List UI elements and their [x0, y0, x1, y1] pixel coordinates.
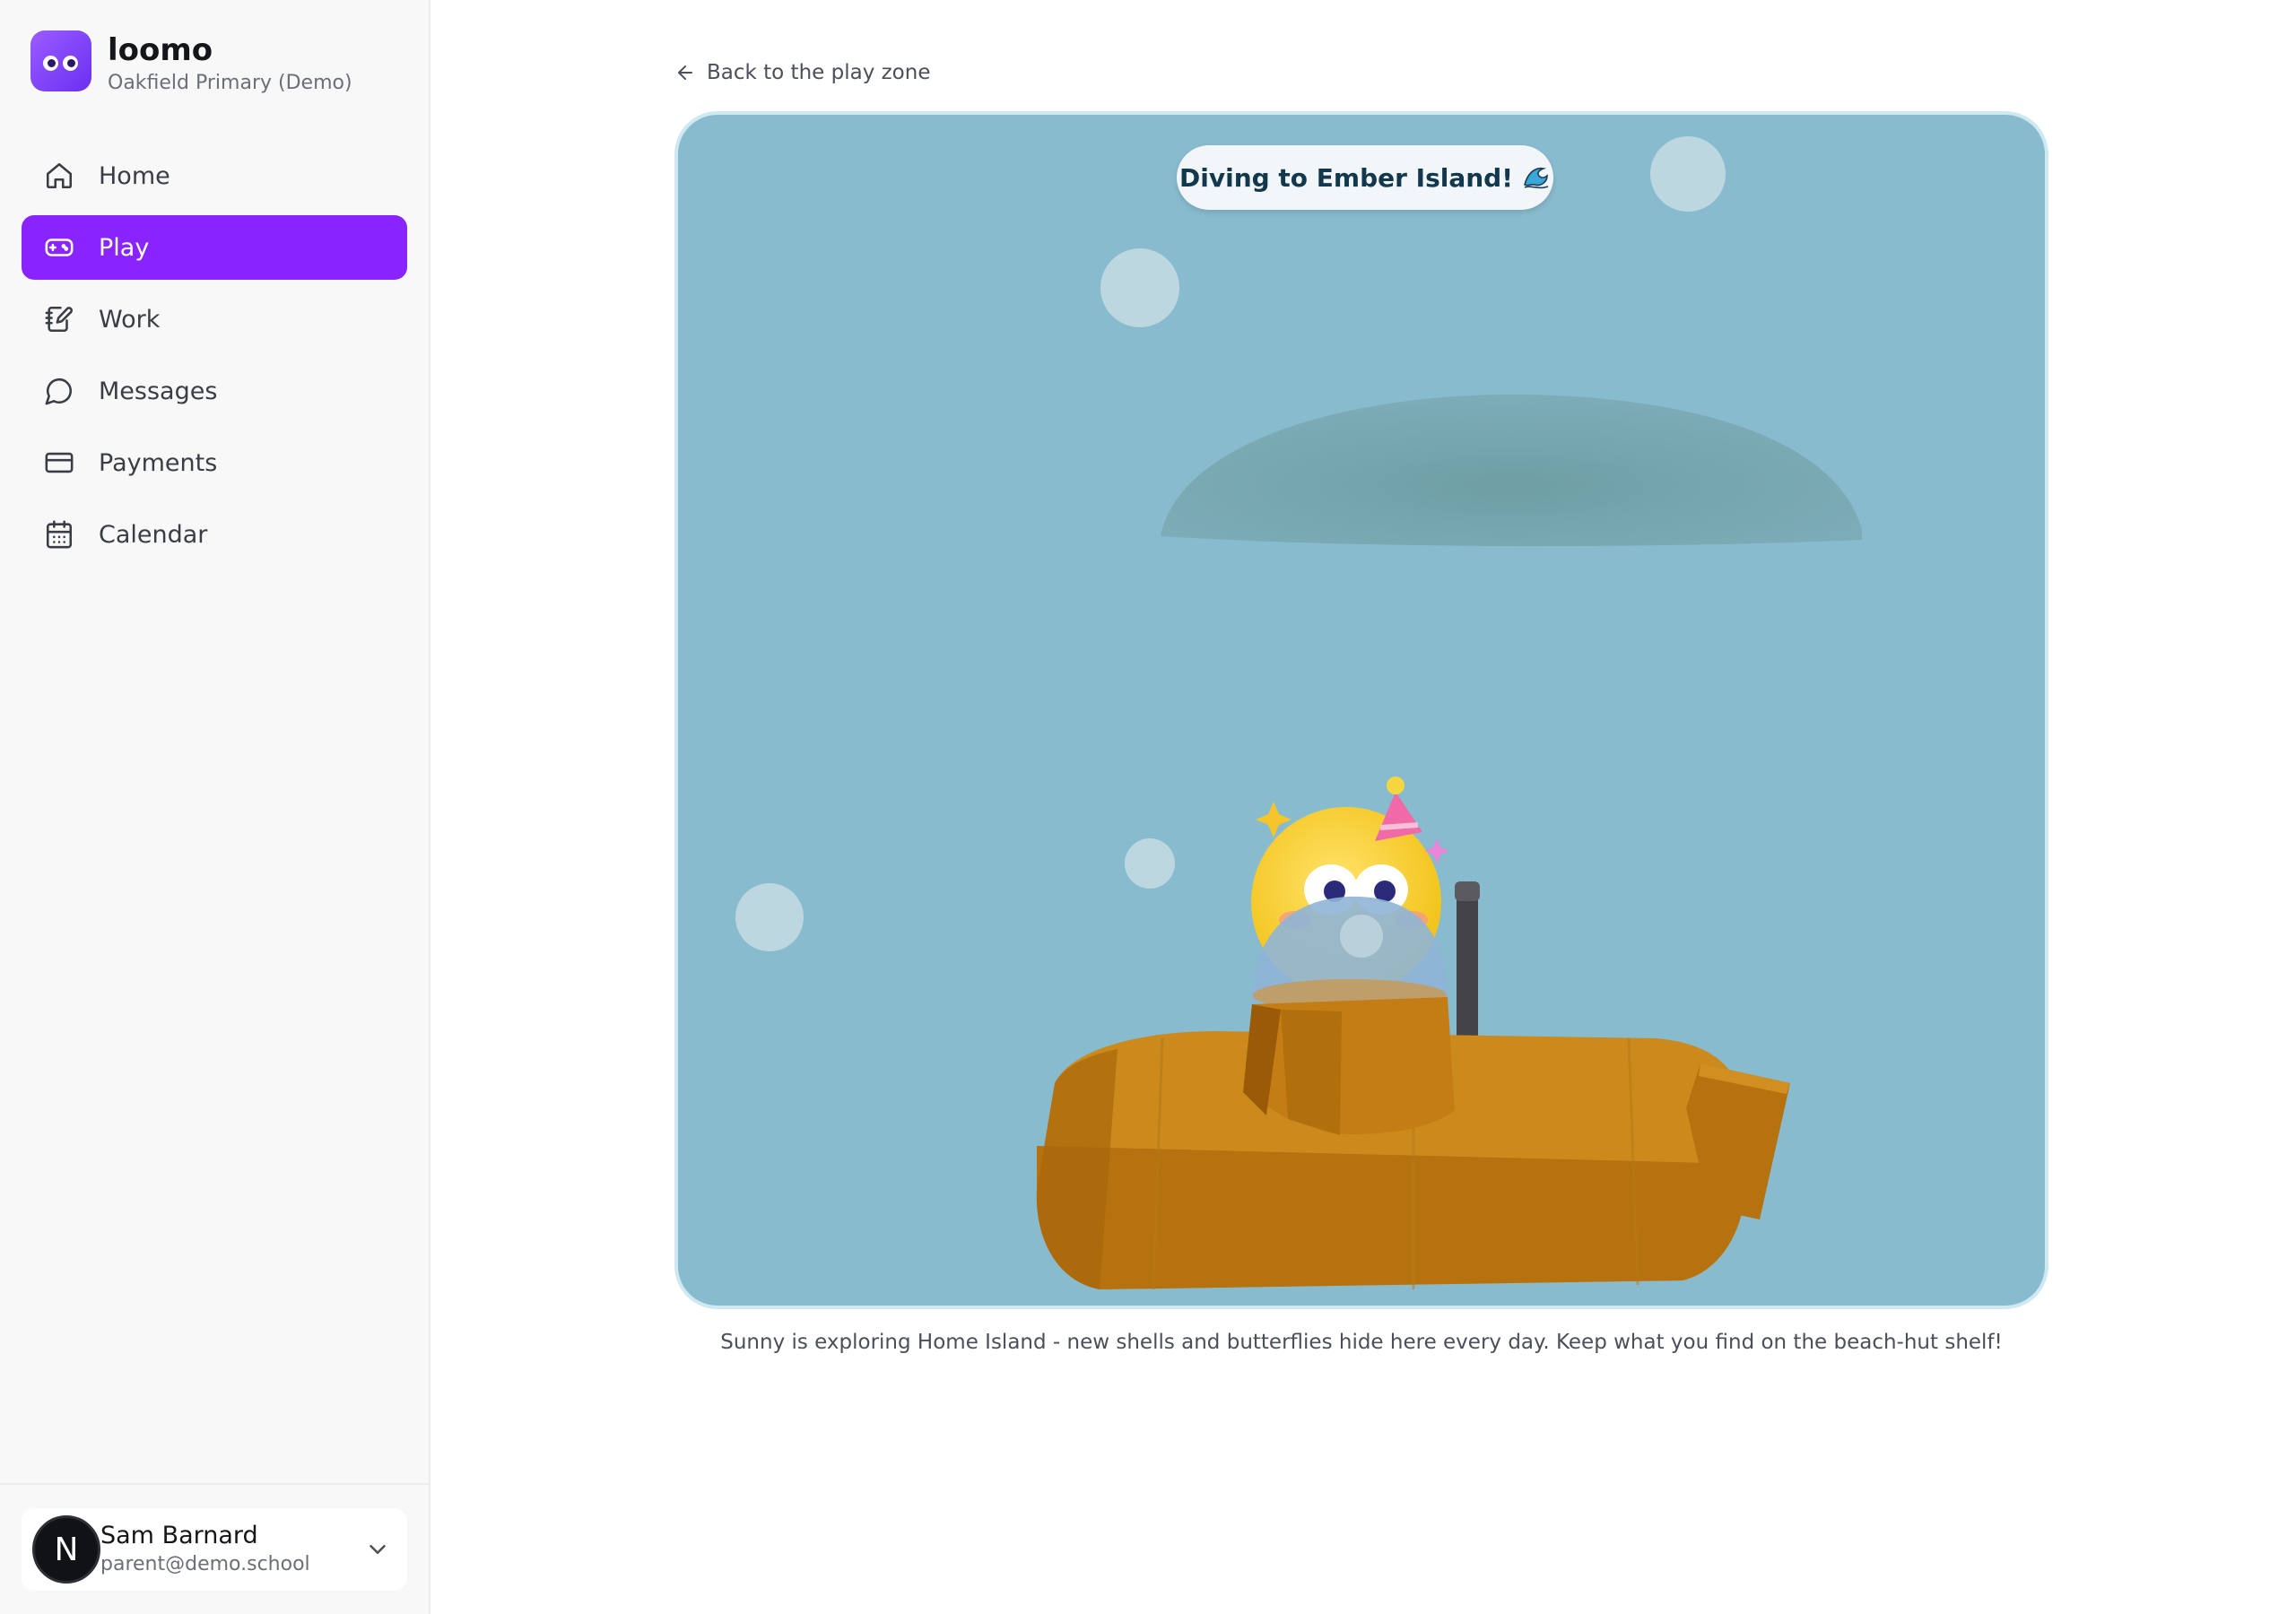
sidebar-divider [0, 1483, 430, 1485]
sidebar-item-home[interactable]: Home [22, 143, 407, 208]
calendar-icon [43, 518, 75, 551]
sidebar-item-label: Messages [99, 377, 218, 405]
submarine [1036, 997, 1790, 1290]
back-to-play-zone-link[interactable]: Back to the play zone [674, 61, 931, 84]
sidebar-item-work[interactable]: Work [22, 287, 407, 351]
banner-text: Diving to Ember Island! [1179, 162, 1513, 193]
sidebar-nav: Home Play Work Messages Payments Calenda… [22, 143, 407, 574]
bubble [1100, 248, 1179, 327]
user-menu[interactable]: N Sam Barnard parent@demo.school [22, 1508, 407, 1591]
status-banner: Diving to Ember Island! [1177, 145, 1553, 210]
sidebar-item-play[interactable]: Play [22, 215, 407, 280]
school-name: Oakfield Primary (Demo) [108, 72, 352, 94]
chevron-down-icon [370, 1545, 386, 1554]
brand[interactable]: loomo Oakfield Primary (Demo) [30, 30, 352, 97]
bubble [1125, 838, 1175, 889]
home-icon [43, 160, 75, 192]
wave-icon [1524, 167, 1549, 189]
sidebar: loomo Oakfield Primary (Demo) Home Play … [0, 0, 430, 1614]
back-link-label: Back to the play zone [707, 61, 931, 84]
game-caption: Sunny is exploring Home Island - new she… [720, 1331, 2003, 1354]
sidebar-item-label: Work [99, 305, 161, 334]
sidebar-item-messages[interactable]: Messages [22, 359, 407, 423]
underwater-scene [735, 136, 1862, 1290]
sidebar-item-label: Calendar [99, 520, 208, 549]
gamepad-icon [43, 231, 75, 264]
avatar: N [32, 1515, 100, 1584]
ember-island-silhouette [1161, 394, 1862, 547]
arrow-left-icon [678, 65, 692, 80]
credit-card-icon [43, 447, 75, 479]
user-name: Sam Barnard [100, 1522, 258, 1549]
sidebar-item-payments[interactable]: Payments [22, 430, 407, 495]
notebook-pen-icon [43, 303, 75, 335]
bubble [735, 883, 804, 951]
sidebar-item-label: Payments [99, 448, 218, 477]
sidebar-item-label: Play [99, 233, 150, 262]
sidebar-item-label: Home [99, 161, 170, 190]
loomo-logo-icon [30, 30, 91, 91]
app-name: loomo [108, 32, 213, 68]
user-email: parent@demo.school [100, 1553, 310, 1575]
sidebar-item-calendar[interactable]: Calendar [22, 502, 407, 567]
game-canvas[interactable]: Diving to Ember Island! [674, 111, 2048, 1309]
bubble [1650, 136, 1726, 212]
message-circle-icon [43, 375, 75, 407]
